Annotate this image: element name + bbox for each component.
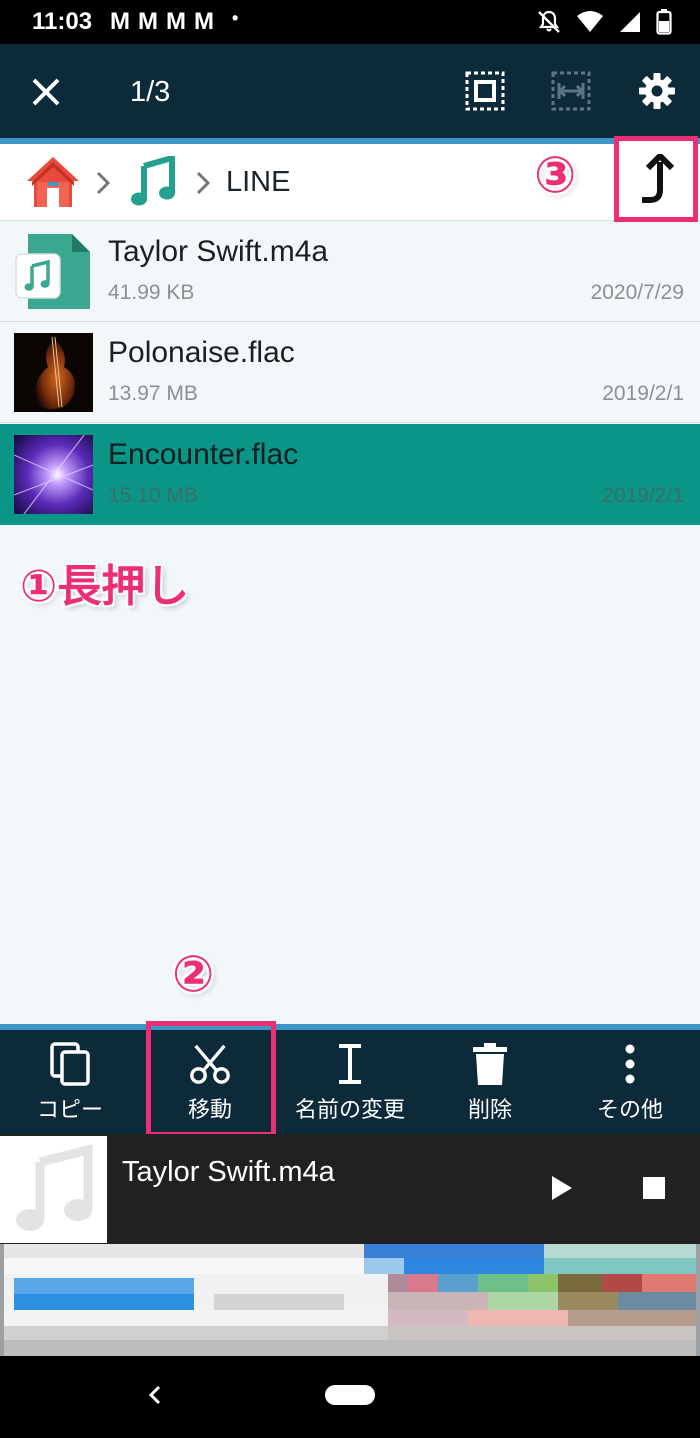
selection-toolbar: 1/3 bbox=[0, 44, 700, 138]
copy-button[interactable]: コピー bbox=[0, 1030, 140, 1134]
scissors-icon bbox=[190, 1044, 230, 1084]
close-icon bbox=[32, 78, 60, 106]
gmail-notification-icon: M bbox=[166, 8, 186, 35]
action-label: その他 bbox=[596, 1098, 663, 1123]
file-row[interactable]: Taylor Swift.m4a 41.99 KB 2020/7/29 bbox=[0, 221, 700, 322]
more-button[interactable]: その他 bbox=[560, 1030, 700, 1134]
delete-button[interactable]: 削除 bbox=[420, 1030, 560, 1134]
battery-icon bbox=[656, 9, 672, 35]
action-label: コピー bbox=[36, 1098, 103, 1123]
close-selection-button[interactable] bbox=[22, 68, 70, 116]
system-nav-bar bbox=[0, 1356, 700, 1438]
stop-button[interactable] bbox=[634, 1168, 674, 1208]
arrow-up-icon bbox=[642, 154, 675, 203]
home-icon bbox=[27, 157, 79, 207]
violin-art bbox=[14, 333, 93, 412]
gmail-notification-icon: M bbox=[110, 8, 130, 35]
file-name: Taylor Swift.m4a bbox=[108, 235, 329, 268]
action-label: 名前の変更 bbox=[294, 1098, 405, 1123]
text-cursor-icon bbox=[339, 1044, 361, 1084]
file-thumb bbox=[14, 232, 93, 311]
parent-folder-button[interactable] bbox=[614, 136, 698, 222]
file-date: 2020/7/29 bbox=[590, 281, 684, 304]
album-art bbox=[0, 1136, 107, 1243]
light-art bbox=[13, 434, 94, 515]
action-label: 削除 bbox=[467, 1098, 512, 1123]
rename-button[interactable]: 名前の変更 bbox=[280, 1030, 420, 1134]
breadcrumb-home[interactable] bbox=[24, 154, 82, 214]
now-playing-title: Taylor Swift.m4a bbox=[122, 1156, 335, 1188]
settings-button[interactable] bbox=[632, 66, 682, 116]
select-range-button[interactable] bbox=[546, 66, 596, 116]
step-1-annotation: ①長押し bbox=[20, 561, 190, 612]
status-bar: 11:03 M M M M • bbox=[0, 0, 700, 44]
trash-icon bbox=[473, 1043, 507, 1085]
back-icon bbox=[148, 1385, 161, 1405]
breadcrumb: LINE bbox=[0, 144, 700, 221]
gmail-notification-icon: M bbox=[194, 8, 214, 35]
pixelated-ad-image bbox=[4, 1244, 696, 1356]
file-date: 2019/2/1 bbox=[602, 484, 684, 507]
action-bar: コピー 移動 名前の変更 削除 その他 bbox=[0, 1030, 700, 1134]
mini-player[interactable]: Taylor Swift.m4a bbox=[0, 1134, 700, 1244]
file-size: 15.10 MB bbox=[108, 484, 198, 507]
nav-home-pill[interactable] bbox=[325, 1385, 375, 1405]
notification-icons: M M M M • bbox=[110, 8, 238, 36]
music-file-icon bbox=[15, 234, 90, 309]
wifi-icon bbox=[577, 11, 603, 32]
more-notifications-dot: • bbox=[232, 8, 239, 28]
select-all-icon bbox=[465, 71, 505, 111]
move-button[interactable]: 移動 bbox=[140, 1030, 280, 1134]
play-icon bbox=[552, 1176, 572, 1200]
gear-icon bbox=[639, 73, 675, 109]
play-button[interactable] bbox=[542, 1168, 582, 1208]
file-thumb bbox=[14, 333, 93, 412]
more-vert-icon bbox=[625, 1044, 635, 1084]
music-note-icon bbox=[131, 154, 175, 206]
file-row-selected[interactable]: Encounter.flac 15.10 MB 2019/2/1 bbox=[0, 424, 700, 525]
stop-icon bbox=[643, 1177, 665, 1199]
action-label: 移動 bbox=[187, 1098, 232, 1123]
copy-icon bbox=[50, 1042, 90, 1086]
breadcrumb-music[interactable] bbox=[130, 154, 176, 212]
select-all-button[interactable] bbox=[460, 66, 510, 116]
file-name: Encounter.flac bbox=[108, 438, 299, 471]
file-row[interactable]: Polonaise.flac 13.97 MB 2019/2/1 bbox=[0, 322, 700, 423]
status-indicators bbox=[536, 9, 672, 35]
ad-banner[interactable] bbox=[0, 1244, 700, 1356]
chevron-right-icon bbox=[96, 171, 111, 195]
chevron-right-icon bbox=[196, 171, 211, 195]
file-name: Polonaise.flac bbox=[108, 336, 295, 369]
file-thumb bbox=[13, 434, 94, 515]
selection-count: 1/3 bbox=[130, 76, 171, 108]
step-3-annotation: ③ bbox=[534, 146, 577, 204]
file-size: 41.99 KB bbox=[108, 281, 195, 304]
gmail-notification-icon: M bbox=[138, 8, 158, 35]
status-time: 11:03 bbox=[32, 8, 93, 35]
file-size: 13.97 MB bbox=[108, 382, 198, 405]
signal-icon bbox=[620, 12, 640, 32]
music-note-icon bbox=[15, 1143, 92, 1231]
select-range-icon bbox=[551, 71, 591, 111]
nav-back-button[interactable] bbox=[140, 1380, 170, 1410]
step-2-annotation: ② bbox=[172, 945, 215, 1003]
file-date: 2019/2/1 bbox=[602, 382, 684, 405]
breadcrumb-current-folder[interactable]: LINE bbox=[226, 166, 290, 199]
do-not-disturb-icon bbox=[538, 10, 560, 33]
